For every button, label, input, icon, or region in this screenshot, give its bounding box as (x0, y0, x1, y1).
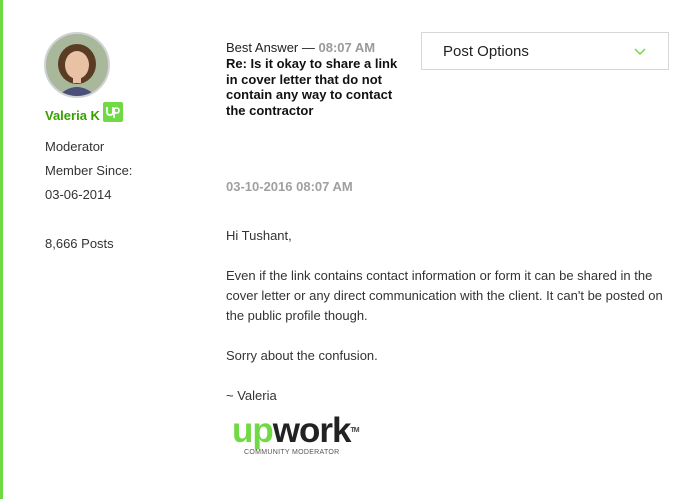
logo-tm: TM (350, 427, 359, 434)
post-subject[interactable]: Re: Is it okay to share a link in cover … (226, 56, 406, 118)
author-role: Moderator (45, 139, 105, 154)
post-date: 03-10-2016 08:07 AM (226, 179, 353, 194)
chevron-down-icon (634, 43, 646, 60)
member-since-label: Member Since: (45, 163, 133, 178)
logo-up: up (232, 411, 274, 450)
upwork-up-badge-icon (102, 101, 123, 122)
body-paragraph-signoff: ~ Valeria (226, 388, 277, 403)
avatar[interactable] (44, 32, 110, 98)
upwork-community-moderator-logo: upworkTM COMMUNITY MODERATOR (232, 411, 360, 457)
upwork-logo-wordmark: upworkTM (232, 411, 360, 450)
logo-subtitle: COMMUNITY MODERATOR (244, 449, 340, 456)
body-paragraph-apology: Sorry about the confusion. (226, 348, 378, 363)
best-answer-line: Best Answer — 08:07 AM (226, 40, 375, 55)
post-options-label: Post Options (443, 42, 529, 60)
logo-work: work (272, 411, 352, 450)
best-answer-time: 08:07 AM (318, 40, 376, 55)
left-accent-bar (0, 0, 3, 499)
post-options-dropdown[interactable]: Post Options (421, 32, 669, 70)
body-paragraph-greeting: Hi Tushant, (226, 228, 292, 243)
author-name-row: Valeria K (45, 101, 123, 123)
body-paragraph-main: Even if the link contains contact inform… (226, 268, 663, 323)
author-name[interactable]: Valeria K (45, 108, 100, 123)
member-since-date: 03-06-2014 (45, 187, 112, 202)
post-count[interactable]: 8,666 Posts (45, 236, 114, 251)
best-answer-label: Best Answer — (226, 40, 315, 55)
